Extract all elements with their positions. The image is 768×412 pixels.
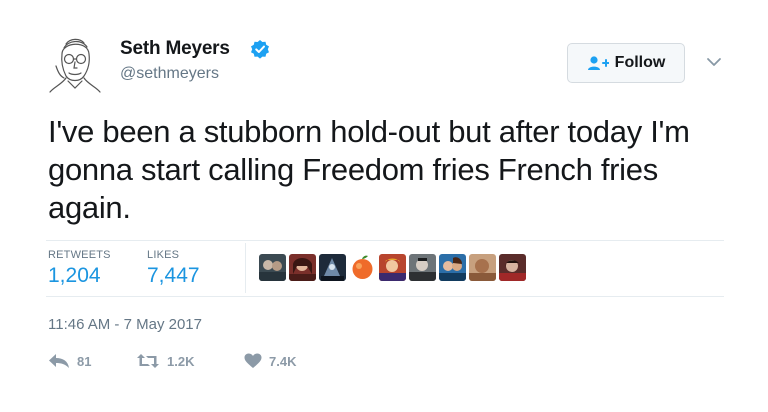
follow-button[interactable]: Follow bbox=[567, 43, 685, 83]
retweet-icon bbox=[137, 354, 159, 368]
liker-avatar[interactable] bbox=[439, 254, 466, 281]
liker-avatar[interactable] bbox=[259, 254, 286, 281]
liker-avatar[interactable] bbox=[469, 254, 496, 281]
add-user-icon bbox=[587, 56, 609, 70]
retweet-button[interactable]: 1.2K bbox=[136, 353, 244, 369]
likes-label: LIKES bbox=[147, 249, 180, 261]
like-button[interactable]: 7.4K bbox=[244, 353, 296, 369]
retweets-count[interactable]: 1,204 bbox=[48, 264, 101, 288]
liker-avatar[interactable] bbox=[499, 254, 526, 281]
liker-avatar[interactable] bbox=[349, 254, 376, 281]
follow-label: Follow bbox=[614, 54, 666, 71]
verified-badge-icon bbox=[251, 40, 269, 59]
retweets-label: RETWEETS bbox=[48, 249, 111, 261]
liker-avatar[interactable] bbox=[289, 254, 316, 281]
tweet-actions: 81 1.2K 7.4K bbox=[48, 353, 296, 369]
heart-icon bbox=[244, 353, 262, 368]
likes-count[interactable]: 7,447 bbox=[147, 264, 200, 288]
reply-button[interactable]: 81 bbox=[48, 353, 136, 369]
retweet-count: 1.2K bbox=[167, 353, 195, 369]
liker-avatar[interactable] bbox=[319, 254, 346, 281]
reply-count: 81 bbox=[77, 353, 92, 369]
avatar[interactable] bbox=[44, 32, 106, 94]
liker-avatar[interactable] bbox=[379, 254, 406, 281]
reply-icon bbox=[49, 354, 69, 368]
liker-avatar[interactable] bbox=[409, 254, 436, 281]
author-handle[interactable]: @sethmeyers bbox=[120, 65, 219, 83]
liker-avatars bbox=[259, 254, 526, 281]
tweet-timestamp[interactable]: 11:46 AM - 7 May 2017 bbox=[48, 316, 202, 333]
stats-bottom-divider bbox=[46, 296, 724, 297]
tweet-text: I've been a stubborn hold-out but after … bbox=[48, 114, 690, 225]
stats-top-divider bbox=[46, 240, 724, 241]
chevron-down-icon[interactable] bbox=[706, 56, 722, 68]
stats-separator bbox=[245, 243, 246, 293]
author-name[interactable]: Seth Meyers bbox=[120, 38, 230, 60]
like-count: 7.4K bbox=[269, 353, 297, 369]
